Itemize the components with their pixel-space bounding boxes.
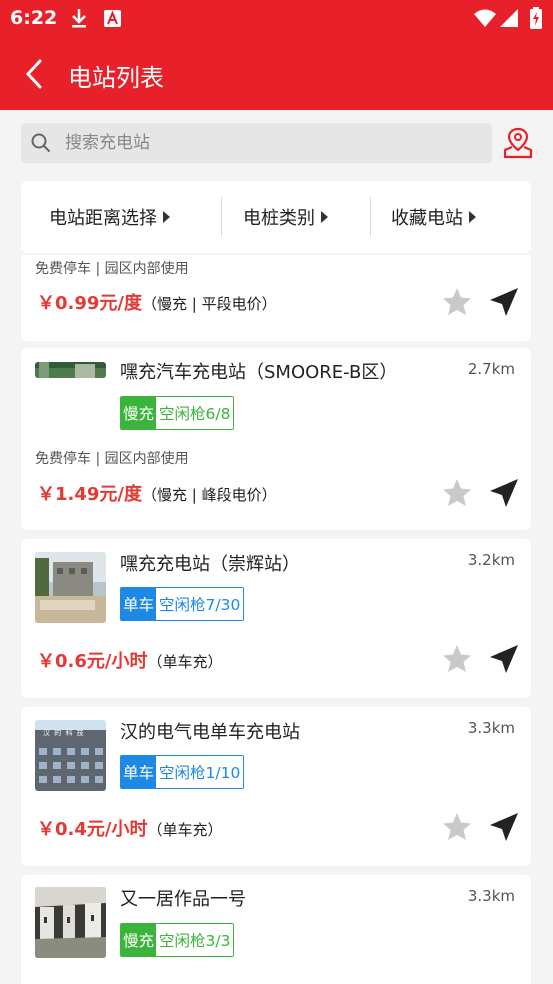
station-distance: 3.3km: [467, 887, 515, 905]
station-card[interactable]: 免费停车 | 园区内部使用 ￥0.99元/度（慢充 | 平段电价）: [21, 255, 531, 341]
station-card[interactable]: 嘿充汽车充电站（SMOORE-B区） 2.7km 慢充 空闲枪6/8 免费停车 |…: [21, 348, 531, 530]
triangle-right-icon: [469, 211, 476, 223]
price-note: （单车充）: [147, 653, 223, 671]
station-thumbnail: [35, 552, 106, 623]
price-note: （慢充 | 峰段电价）: [142, 486, 277, 504]
filter-distance[interactable]: 电站距离选择: [49, 181, 170, 253]
station-distance: 3.3km: [467, 719, 515, 737]
search-bar[interactable]: [21, 123, 492, 163]
availability-tag: 单车 空闲枪7/30: [120, 587, 245, 621]
navigate-arrow-icon[interactable]: [487, 285, 521, 319]
status-bar: 6:22: [0, 0, 553, 38]
charger-type-label: 单车: [121, 588, 157, 620]
free-guns-label: 空闲枪6/8: [156, 397, 234, 429]
navigate-arrow-icon[interactable]: [487, 642, 521, 676]
triangle-right-icon: [321, 211, 328, 223]
navigate-arrow-icon[interactable]: [487, 810, 521, 844]
signal-icon: [500, 9, 518, 27]
station-name: 嘿充汽车充电站（SMOORE-B区）: [120, 362, 398, 383]
favorite-star-icon[interactable]: [441, 643, 473, 675]
favorite-star-icon[interactable]: [441, 477, 473, 509]
text-notification-icon: [104, 10, 121, 27]
price-note: （慢充 | 平段电价）: [142, 295, 277, 313]
triangle-right-icon: [163, 211, 170, 223]
availability-tag: 单车 空闲枪1/10: [120, 755, 245, 789]
price-value: ￥0.4元/小时: [37, 819, 148, 840]
station-card[interactable]: 嘿充充电站（崇辉站） 3.2km 单车 空闲枪7/30 ￥0.6元/小时（单车充）: [21, 539, 531, 698]
filter-favorites[interactable]: 收藏电站: [391, 181, 476, 253]
app-bar: 电站列表: [0, 38, 553, 110]
building-sign-text: 汉 的 科 技: [43, 729, 85, 737]
station-card[interactable]: 又一居作品一号 3.3km 慢充 空闲枪3/3: [21, 875, 531, 984]
filter-pile-type[interactable]: 电桩类别: [243, 181, 328, 253]
availability-tag: 慢充 空闲枪6/8: [120, 396, 235, 430]
charger-type-label: 慢充: [121, 924, 157, 956]
download-icon: [72, 9, 86, 28]
station-name: 又一居作品一号: [120, 889, 246, 910]
favorite-star-icon[interactable]: [441, 286, 473, 318]
station-thumbnail: 汉 的 科 技: [35, 720, 106, 791]
station-distance: 3.2km: [467, 551, 515, 569]
price-value: ￥1.49元/度: [37, 484, 142, 505]
price-value: ￥0.6元/小时: [37, 651, 148, 672]
station-card[interactable]: 汉 的 科 技 汉的电气电单车充电站 3.3km 单车 空闲枪1/10 ￥0.4元…: [21, 707, 531, 866]
filter-distance-label: 电站距离选择: [49, 208, 157, 229]
navigate-arrow-icon[interactable]: [487, 476, 521, 510]
availability-tag: 慢充 空闲枪3/3: [120, 923, 235, 957]
battery-icon: [530, 7, 542, 29]
station-description: 免费停车 | 园区内部使用: [35, 451, 189, 467]
free-guns-label: 空闲枪7/30: [156, 588, 244, 620]
filter-bar: 电站距离选择 电桩类别 收藏电站: [21, 181, 531, 253]
station-name: 嘿充充电站（崇辉站）: [120, 554, 300, 575]
station-price: ￥0.4元/小时（单车充）: [37, 815, 222, 841]
filter-divider: [221, 197, 222, 237]
station-price: ￥1.49元/度（慢充 | 峰段电价）: [37, 480, 277, 506]
filter-divider: [370, 197, 371, 237]
wifi-icon: [474, 9, 496, 27]
filter-pile-type-label: 电桩类别: [243, 208, 315, 229]
search-icon: [31, 133, 50, 152]
station-distance: 2.7km: [467, 360, 515, 378]
free-guns-label: 空闲枪3/3: [156, 924, 234, 956]
station-price: ￥0.6元/小时（单车充）: [37, 647, 222, 673]
back-arrow-icon[interactable]: [18, 56, 54, 92]
status-time: 6:22: [10, 7, 58, 29]
charger-type-label: 慢充: [121, 397, 157, 429]
station-thumbnail: [35, 887, 106, 958]
station-price: ￥0.99元/度（慢充 | 平段电价）: [37, 289, 277, 315]
map-location-icon[interactable]: [502, 126, 534, 160]
charger-type-label: 单车: [121, 756, 157, 788]
price-note: （单车充）: [147, 821, 223, 839]
station-name: 汉的电气电单车充电站: [120, 722, 300, 743]
free-guns-label: 空闲枪1/10: [156, 756, 244, 788]
page-title: 电站列表: [68, 64, 164, 92]
favorite-star-icon[interactable]: [441, 811, 473, 843]
station-thumbnail: [35, 362, 106, 378]
station-description: 免费停车 | 园区内部使用: [35, 261, 189, 277]
price-value: ￥0.99元/度: [37, 293, 142, 314]
filter-favorites-label: 收藏电站: [391, 208, 463, 229]
search-input[interactable]: [65, 123, 475, 163]
